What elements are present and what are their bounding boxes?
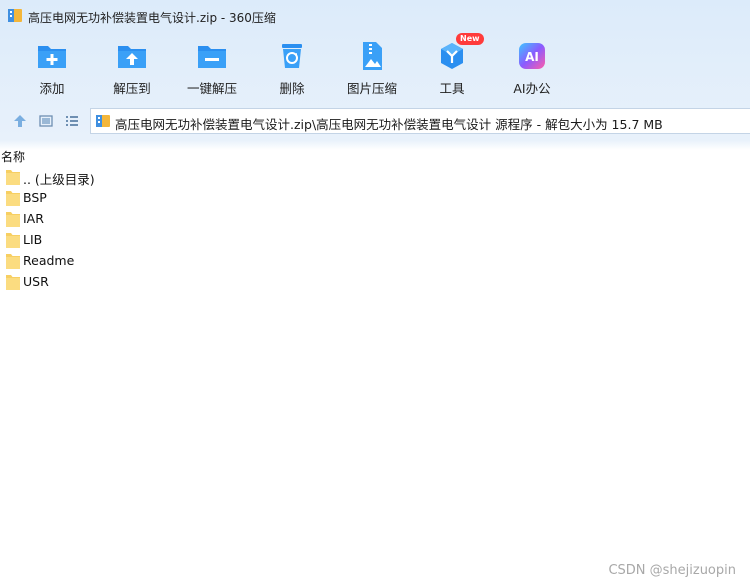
- list-item-bsp[interactable]: BSP: [0, 188, 300, 208]
- folder-icon: [6, 170, 20, 185]
- address-bar[interactable]: 高压电网无功补偿装置电气设计.zip\高压电网无功补偿装置电气设计 源程序 - …: [90, 108, 750, 134]
- item-name: BSP: [23, 190, 47, 205]
- folder-icon: [6, 233, 20, 248]
- folder-icon: [6, 191, 20, 206]
- new-badge: New: [456, 33, 484, 45]
- list-view-icon[interactable]: [65, 114, 79, 128]
- list-item-usr[interactable]: USR: [0, 272, 300, 292]
- name-column-header[interactable]: 名称: [0, 148, 750, 164]
- add-folder-icon: [38, 46, 66, 68]
- item-name: IAR: [23, 211, 44, 226]
- list-item-parent-directory[interactable]: .. (上级目录): [0, 167, 300, 187]
- up-arrow-icon[interactable]: [13, 114, 27, 128]
- app-window: 高压电网无功补偿装置电气设计.zip - 360压缩 添加 解压到 一键解压 删…: [0, 0, 750, 588]
- thumbnail-view-icon[interactable]: [39, 114, 53, 128]
- ai-icon-text: AI: [525, 50, 539, 64]
- list-item-iar[interactable]: IAR: [0, 209, 300, 229]
- image-compress-icon: [363, 42, 382, 70]
- one-click-extract-icon: [198, 46, 226, 68]
- item-name: USR: [23, 274, 49, 289]
- item-name: .. (上级目录): [23, 172, 95, 187]
- archive-icon: [96, 115, 110, 127]
- folder-icon: [6, 254, 20, 269]
- main-toolbar: 添加 解压到 一键解压 删除 图片压缩 New 工具 AI AI办公: [0, 33, 750, 98]
- window-title: 高压电网无功补偿装置电气设计.zip - 360压缩: [28, 11, 276, 25]
- archive-app-icon: [8, 9, 22, 22]
- name-column-label: 名称: [1, 150, 26, 164]
- navigation-row: 高压电网无功补偿装置电气设计.zip\高压电网无功补偿装置电气设计 源程序 - …: [0, 106, 750, 136]
- address-path: 高压电网无功补偿装置电气设计.zip\高压电网无功补偿装置电气设计 源程序 - …: [115, 117, 663, 132]
- recycle-bin-icon: [282, 44, 302, 68]
- item-name: Readme: [23, 253, 75, 268]
- ai-office-button[interactable]: AI AI办公: [482, 36, 582, 98]
- folder-icon: [6, 275, 20, 290]
- watermark: CSDN @shejizuopin: [608, 563, 736, 578]
- list-item-readme[interactable]: Readme: [0, 251, 300, 271]
- item-name: LIB: [23, 232, 43, 247]
- extract-folder-icon: [118, 46, 146, 68]
- folder-icon: [6, 212, 20, 227]
- title-bar: 高压电网无功补偿装置电气设计.zip - 360压缩: [0, 0, 750, 32]
- ai-icon: AI: [519, 43, 545, 69]
- ai-office-label: AI办公: [513, 81, 551, 96]
- list-item-lib[interactable]: LIB: [0, 230, 300, 250]
